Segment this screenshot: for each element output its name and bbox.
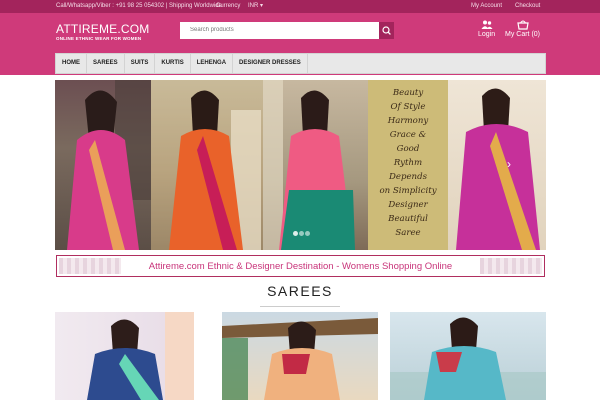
slider-dot[interactable] <box>293 231 298 236</box>
cart-label: My Cart (0) <box>505 31 540 38</box>
search-input[interactable] <box>180 22 379 39</box>
logo-tagline: ONLINE ETHNIC WEAR FOR WOMEN <box>56 36 142 41</box>
contact-info: Call/Whatsapp/Viber : +91 98 25 054302 |… <box>56 3 222 9</box>
tagline-text: Attireme.com Ethnic & Designer Destinati… <box>144 260 457 272</box>
site-header: ATTIREME.COM ONLINE ETHNIC WEAR FOR WOME… <box>0 13 600 55</box>
slider-dot[interactable] <box>305 231 310 236</box>
search-button[interactable] <box>379 22 394 39</box>
banner-model-image <box>448 80 546 250</box>
slider-dot[interactable] <box>299 231 304 236</box>
nav-item-sarees[interactable]: SAREES <box>87 54 125 73</box>
my-account-link[interactable]: My Account <box>471 0 502 13</box>
main-nav: HOME SAREES SUITS KURTIS LEHENGA DESIGNE… <box>55 53 546 74</box>
chevron-down-icon: ▾ <box>260 3 264 9</box>
cart-button[interactable]: My Cart (0) <box>505 20 540 38</box>
logo[interactable]: ATTIREME.COM ONLINE ETHNIC WEAR FOR WOME… <box>56 23 150 41</box>
nav-item-lehenga[interactable]: LEHENGA <box>191 54 234 73</box>
nav-item-designer-dresses[interactable]: DESIGNER DRESSES <box>233 54 308 73</box>
banner-model-image <box>263 80 368 250</box>
chevron-right-icon[interactable]: › <box>507 158 511 170</box>
banner-model-image <box>55 80 151 250</box>
product-thumbnail[interactable] <box>222 312 378 400</box>
currency-value: INR <box>248 3 259 9</box>
nav-item-suits[interactable]: SUITS <box>125 54 156 73</box>
tagline-banner: Attireme.com Ethnic & Designer Destinati… <box>56 255 545 277</box>
logo-name: ATTIREME.COM <box>56 22 150 36</box>
user-icon <box>481 20 493 29</box>
login-button[interactable]: Login <box>478 20 495 38</box>
currency-label: Currency <box>216 3 241 9</box>
nav-item-kurtis[interactable]: KURTIS <box>155 54 191 73</box>
search-icon <box>382 26 391 35</box>
hero-banner[interactable]: Beauty Of Style Harmony Grace & Good Ryt… <box>55 80 546 250</box>
currency-select[interactable]: INR ▾ <box>248 0 263 13</box>
product-thumbnail[interactable] <box>390 312 546 400</box>
cart-icon <box>516 20 529 30</box>
login-label: Login <box>478 31 496 38</box>
section-title: SAREES <box>267 283 333 299</box>
section-divider <box>260 306 340 307</box>
banner-model-image <box>151 80 263 250</box>
banner-quote: Beauty Of Style Harmony Grace & Good Ryt… <box>379 88 437 238</box>
top-bar: Call/Whatsapp/Viber : +91 98 25 054302 |… <box>0 0 600 13</box>
product-thumbnail[interactable] <box>55 312 194 400</box>
nav-item-home[interactable]: HOME <box>56 54 87 73</box>
checkout-link[interactable]: Checkout <box>515 0 540 13</box>
